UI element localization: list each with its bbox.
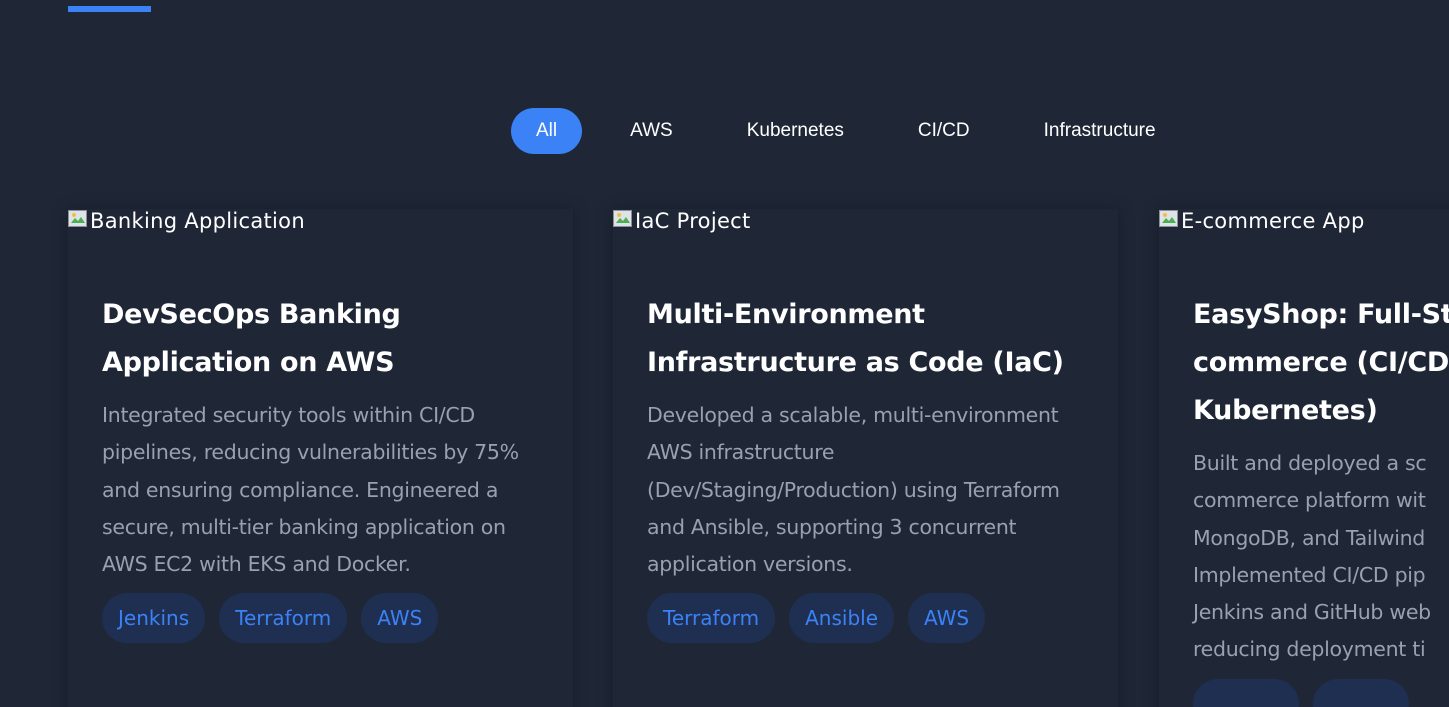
project-filter-bar: All AWS Kubernetes CI/CD Infrastructure xyxy=(511,108,1204,154)
tech-tag: Terraform xyxy=(647,593,776,644)
tech-tag: AWS xyxy=(908,593,986,644)
tech-tag xyxy=(1193,678,1299,707)
tech-tag: Ansible xyxy=(789,593,894,644)
filter-all-button[interactable]: All xyxy=(511,108,583,154)
project-card[interactable]: IaC Project Multi-Environment Infrastruc… xyxy=(612,209,1119,707)
project-tags xyxy=(1193,678,1449,707)
project-tags: Terraform Ansible AWS xyxy=(647,593,1084,644)
image-alt-text: Banking Application xyxy=(90,209,305,233)
project-image: E-commerce App xyxy=(1159,209,1449,247)
projects-section: All AWS Kubernetes CI/CD Infrastructure … xyxy=(0,0,1449,707)
filter-aws-button[interactable]: AWS xyxy=(604,108,699,154)
project-image: IaC Project xyxy=(613,209,1118,247)
project-description: Integrated security tools within CI/CD p… xyxy=(102,403,519,577)
project-tags: Jenkins Terraform AWS xyxy=(102,593,539,644)
project-image: Banking Application xyxy=(68,209,573,247)
image-alt-text: IaC Project xyxy=(635,209,751,233)
project-description: Developed a scalable, multi-environment … xyxy=(647,403,1060,577)
broken-image-icon xyxy=(68,210,90,230)
broken-image-icon xyxy=(613,210,635,230)
project-title: EasyShop: Full-St commerce (CI/CD Kubern… xyxy=(1193,299,1449,426)
tech-tag: Terraform xyxy=(219,593,348,644)
filter-cicd-button[interactable]: CI/CD xyxy=(892,108,996,154)
filter-infrastructure-button[interactable]: Infrastructure xyxy=(1018,108,1182,154)
tech-tag: AWS xyxy=(361,593,439,644)
project-card[interactable]: Banking Application DevSecOps Banking Ap… xyxy=(67,209,574,707)
project-card[interactable]: E-commerce App EasyShop: Full-St commerc… xyxy=(1158,209,1449,707)
project-title: DevSecOps Banking Application on AWS xyxy=(102,299,401,378)
project-title: Multi-Environment Infrastructure as Code… xyxy=(647,299,1064,378)
broken-image-icon xyxy=(1159,210,1181,230)
section-title-underline xyxy=(68,6,151,12)
tech-tag xyxy=(1313,678,1409,707)
filter-kubernetes-button[interactable]: Kubernetes xyxy=(721,108,870,154)
tech-tag: Jenkins xyxy=(102,593,206,644)
image-alt-text: E-commerce App xyxy=(1181,209,1365,233)
project-description: Built and deployed a sc commerce platfor… xyxy=(1193,451,1431,662)
